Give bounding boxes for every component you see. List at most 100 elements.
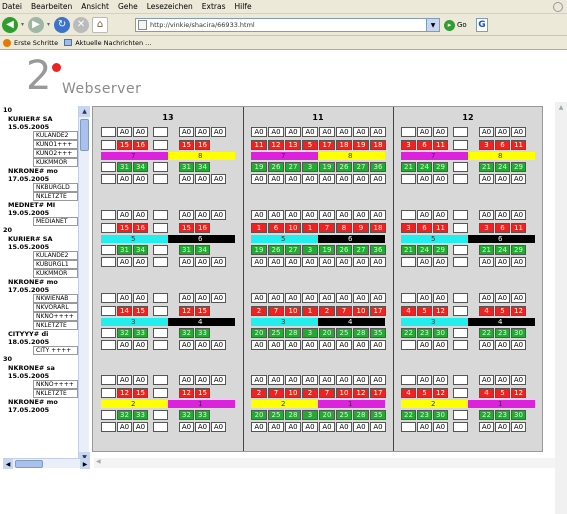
sub-job-link[interactable]: NKNÖ++++ <box>33 380 78 389</box>
menu-item[interactable]: Gehe <box>118 2 138 11</box>
position-band: 8 <box>318 152 385 160</box>
sub-job-link[interactable]: NKBURGLD <box>33 183 78 192</box>
sub-job-link[interactable]: KUNO2+++ <box>33 149 78 158</box>
sub-job-link[interactable]: KUKMMOR <box>33 158 78 167</box>
job-title[interactable]: KURIER# SA <box>3 115 90 123</box>
job-value-cell: 19 <box>251 245 267 255</box>
sub-job-link[interactable]: NKLETZTE <box>33 389 78 398</box>
sub-job-link[interactable]: NKLETZTE <box>33 192 78 201</box>
placeholder-cell: A0 <box>302 257 318 267</box>
menu-item[interactable]: Ansicht <box>81 2 109 11</box>
scroll-right-icon[interactable]: ▶ <box>80 459 90 469</box>
group-number: 10 <box>3 106 13 114</box>
menu-item[interactable]: Datei <box>2 2 22 11</box>
placeholder-cell: A0 <box>195 422 210 432</box>
scroll-up-icon[interactable]: ▲ <box>79 106 90 117</box>
placeholder-cell: A0 <box>511 174 526 184</box>
job-title[interactable]: NKRONE# mo <box>3 167 90 175</box>
placeholder-cell: A0 <box>117 210 132 220</box>
job-title[interactable]: CITYYY# di <box>3 330 90 338</box>
page-scroll-up-icon[interactable]: ▲ <box>555 102 567 113</box>
bookmarks-bar: Erste Schritte Aktuelle Nachrichten ... <box>0 36 567 50</box>
job-value-cell: 23 <box>495 410 510 420</box>
horizontal-scrollbar-thumb[interactable] <box>15 460 43 468</box>
placeholder-cell: A0 <box>417 127 432 137</box>
sub-job-link[interactable]: NKLETZTE <box>33 321 78 330</box>
search-icon[interactable]: G <box>476 18 488 32</box>
placeholder-cell: A0 <box>179 340 194 350</box>
placeholder-cell: A0 <box>117 340 132 350</box>
sub-job-link[interactable]: NKWIENAB <box>33 294 78 303</box>
stop-icon[interactable]: ✕ <box>73 16 90 33</box>
sub-job-link[interactable]: KUBURGL1 <box>33 260 78 269</box>
placeholder-cell <box>401 210 416 220</box>
sub-job-link[interactable]: NKNÖ++++ <box>33 312 78 321</box>
menu-item[interactable]: Bearbeiten <box>31 2 72 11</box>
placeholder-cell: A0 <box>285 127 301 137</box>
job-title[interactable]: MEDNET# MI <box>3 201 90 209</box>
page-scrollbar[interactable]: ▲ <box>555 102 567 514</box>
placeholder-cell: A0 <box>353 340 369 350</box>
menu-item[interactable]: Lesezeichen <box>147 2 193 11</box>
bookmark-aktuelle-nachrichten[interactable]: Aktuelle Nachrichten ... <box>75 39 151 47</box>
job-value-cell: 31 <box>117 162 132 172</box>
job-title[interactable]: NKRONE# sa <box>3 364 90 372</box>
menu-item[interactable]: Extras <box>202 2 226 11</box>
address-bar[interactable]: http://vinkie/shacira/66933.html ▼ <box>135 18 440 32</box>
menu-item[interactable]: Hilfe <box>235 2 252 11</box>
page-scroll-left-icon[interactable]: ◀ <box>96 458 101 465</box>
sub-job-link[interactable]: KULANDE2 <box>33 131 78 140</box>
placeholder-cell: A0 <box>211 375 226 385</box>
job-value-cell: 32 <box>179 410 194 420</box>
placeholder-cell: A0 <box>353 174 369 184</box>
back-arrow-icon[interactable]: ◀ <box>2 16 18 33</box>
placeholder-cell: A0 <box>133 293 148 303</box>
scrollbar-thumb[interactable] <box>80 119 89 151</box>
sidebar-scrollbar[interactable]: ▲ ▼ <box>78 106 90 463</box>
position-band: 7 <box>251 152 318 160</box>
position-band: 6 <box>318 235 385 243</box>
url-dropdown-icon[interactable]: ▼ <box>426 19 439 31</box>
machine-grid: 13 11 12 A0 A0 A0 A0 A0 A0 A0 A0 A0 A0 A0 A0 A0 A0 A0 A0 A0… <box>92 106 543 452</box>
placeholder-cell: A0 <box>179 127 194 137</box>
bookmark-erste-schritte[interactable]: Erste Schritte <box>14 39 58 47</box>
position-band: 2 <box>401 400 468 408</box>
placeholder-cell: A0 <box>433 257 448 267</box>
placeholder-cell: A0 <box>195 257 210 267</box>
sub-job-link[interactable]: NKVORARL <box>33 303 78 312</box>
job-value-cell: 30 <box>511 328 526 338</box>
home-icon[interactable]: ⌂ <box>92 16 109 33</box>
sidebar-horizontal-scrollbar[interactable]: ◀ ▶ <box>3 458 90 469</box>
placeholder-cell: A0 <box>195 340 210 350</box>
job-title[interactable]: NKRONE# mo <box>3 398 90 406</box>
job-value-cell: 3 <box>479 140 494 150</box>
job-value-cell: 22 <box>479 410 494 420</box>
sub-job-link[interactable]: CITY ++++ <box>33 346 78 355</box>
job-value-cell: 32 <box>179 328 194 338</box>
scroll-left-icon[interactable]: ◀ <box>3 459 13 469</box>
job-title[interactable]: NKRONE# mo <box>3 278 90 286</box>
job-value-cell: 20 <box>319 410 335 420</box>
job-value-cell: 21 <box>401 245 416 255</box>
reload-icon[interactable]: ↻ <box>54 16 71 33</box>
position-band: 3 <box>251 318 318 326</box>
position-band: 5 <box>101 235 168 243</box>
job-value-cell: 15 <box>117 223 132 233</box>
sub-job-link[interactable]: KUNO1+++ <box>33 140 78 149</box>
placeholder-cell: A0 <box>117 257 132 267</box>
sub-job-link[interactable]: MEDIANET <box>33 217 78 226</box>
placeholder-cell: A0 <box>479 375 494 385</box>
sub-job-link[interactable]: KULANDE2 <box>33 251 78 260</box>
sub-job-link[interactable]: KUKMMOR <box>33 269 78 278</box>
page-horizontal-scrollbar[interactable]: ◀ <box>94 458 555 468</box>
go-label: Go <box>457 21 467 29</box>
job-title[interactable]: KURIER# SA <box>3 235 90 243</box>
forward-dropdown-icon[interactable]: ▾ <box>47 21 50 28</box>
back-dropdown-icon[interactable]: ▾ <box>21 21 24 28</box>
forward-arrow-icon[interactable]: ▶ <box>28 16 45 33</box>
placeholder-cell: A0 <box>179 422 194 432</box>
go-button[interactable]: ▸ Go <box>444 18 467 32</box>
url-text: http://vinkie/shacira/66933.html <box>150 21 255 29</box>
position-band: 8 <box>468 152 535 160</box>
placeholder-cell <box>401 422 416 432</box>
